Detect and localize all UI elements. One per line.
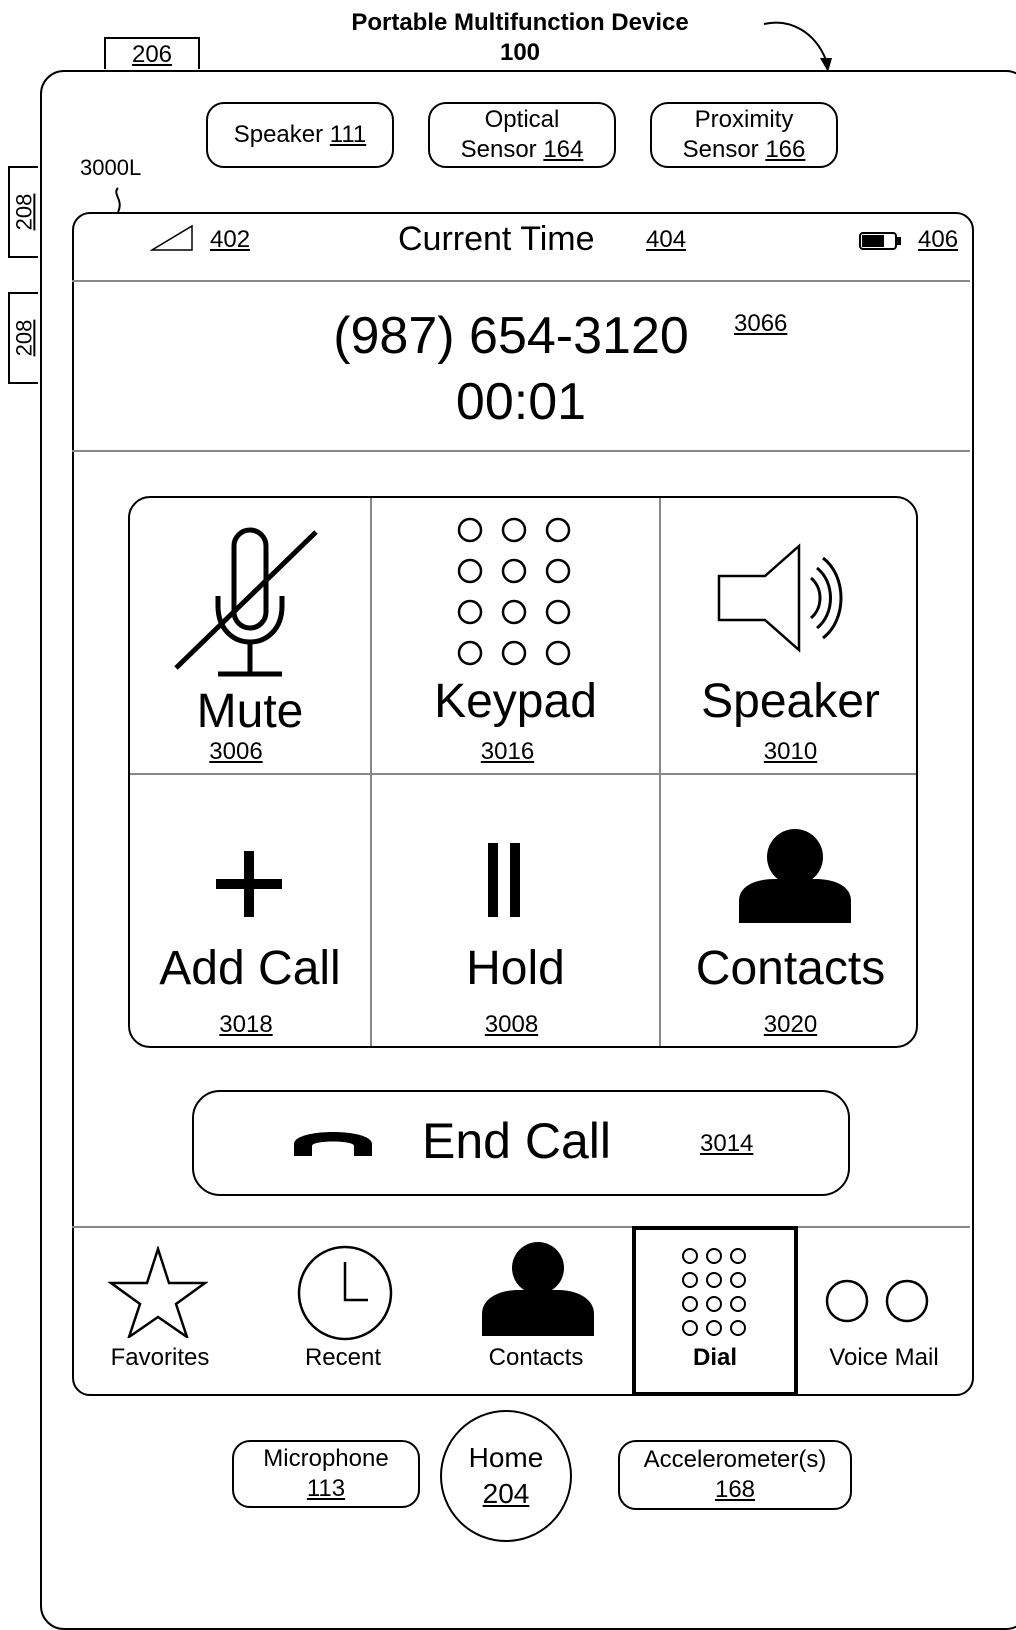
leader-line-icon bbox=[115, 187, 121, 213]
speaker-sensor-ref: 111 bbox=[329, 121, 367, 148]
end-call-button[interactable]: End Call 3014 bbox=[192, 1090, 850, 1196]
add-call-ref-row: 3018 bbox=[130, 1011, 366, 1039]
ref-206-tab: 206 bbox=[104, 37, 200, 69]
tab-recent[interactable]: Recent bbox=[248, 1228, 438, 1394]
contacts-ref: 3020 bbox=[763, 1011, 818, 1038]
optical-sensor-label: Sensor bbox=[460, 136, 537, 163]
add-call-ref: 3018 bbox=[219, 1011, 273, 1038]
hold-label: Hold bbox=[466, 942, 565, 995]
keypad-label: Keypad bbox=[434, 675, 597, 728]
speaker-button[interactable]: Speaker 3010 bbox=[661, 498, 916, 773]
call-controls-grid: Mute 3006 Keypad 3016 Speaker 3010 Add C… bbox=[128, 496, 918, 1048]
battery-icon bbox=[859, 232, 901, 250]
tab-dial-label: Dial bbox=[692, 1344, 737, 1371]
call-info: (987) 654-3120 3066 00:01 bbox=[72, 282, 970, 452]
hold-ref: 3008 bbox=[484, 1011, 539, 1038]
microphone-ref: 113 bbox=[306, 1475, 346, 1502]
add-call-button[interactable]: Add Call 3018 bbox=[130, 775, 370, 1046]
phone-number: (987) 654-3120 bbox=[333, 307, 689, 365]
end-call-label: End Call bbox=[422, 1113, 611, 1169]
screen-ref-label: 3000L bbox=[80, 155, 142, 180]
signal-strength-icon bbox=[150, 224, 193, 251]
call-duration: 00:01 bbox=[455, 373, 587, 431]
figure-number: 100 bbox=[499, 39, 541, 66]
keypad-icon bbox=[457, 517, 571, 666]
proximity-sensor-ref: 166 bbox=[765, 136, 806, 163]
tab-favorites[interactable]: Favorites bbox=[72, 1228, 248, 1394]
voicemail-icon bbox=[825, 1279, 929, 1323]
speaker-ref-row: 3010 bbox=[661, 738, 916, 766]
status-bar: 402 Current Time 404 406 bbox=[72, 214, 970, 282]
optical-sensor-line1: Optical bbox=[484, 106, 560, 133]
home-button[interactable]: Home 204 bbox=[440, 1410, 572, 1542]
phone-number-ref: 3066 bbox=[734, 310, 788, 337]
proximity-sensor-box: Proximity Sensor 166 bbox=[650, 102, 838, 168]
signal-ref: 402 bbox=[210, 226, 251, 253]
tab-voicemail[interactable]: Voice Mail bbox=[798, 1228, 970, 1394]
tab-favorites-label: Favorites bbox=[110, 1344, 210, 1371]
tab-dial[interactable]: Dial bbox=[632, 1226, 798, 1396]
speaker-sensor-label: Speaker bbox=[233, 121, 324, 148]
speaker-ref: 3010 bbox=[763, 738, 818, 765]
ref-208-label-upper: 208 bbox=[11, 193, 36, 231]
contacts-label: Contacts bbox=[695, 942, 886, 995]
plus-icon bbox=[216, 851, 282, 917]
microphone-muted-icon bbox=[174, 527, 318, 677]
hold-button[interactable]: Hold 3008 bbox=[372, 775, 659, 1046]
add-call-label: Add Call bbox=[159, 942, 341, 995]
contacts-button[interactable]: Contacts 3020 bbox=[661, 775, 916, 1046]
contacts-ref-row: 3020 bbox=[661, 1011, 916, 1039]
battery-ref: 406 bbox=[918, 226, 959, 253]
home-label: Home bbox=[468, 1442, 544, 1473]
side-button-208-lower: 208 bbox=[8, 292, 38, 384]
keypad-button[interactable]: Keypad 3016 bbox=[372, 498, 659, 773]
end-call-ref: 3014 bbox=[700, 1130, 754, 1157]
keypad-ref: 3016 bbox=[480, 738, 535, 765]
keypad-icon bbox=[682, 1248, 746, 1336]
tab-recent-label: Recent bbox=[304, 1344, 382, 1371]
ref-206-label: 206 bbox=[131, 41, 173, 68]
mute-ref-row: 3006 bbox=[130, 738, 356, 766]
accelerometer-ref: 168 bbox=[714, 1476, 756, 1503]
side-button-208-upper: 208 bbox=[8, 166, 38, 258]
handset-icon bbox=[294, 1132, 372, 1156]
person-icon bbox=[482, 1242, 594, 1336]
mute-label: Mute bbox=[196, 685, 304, 738]
proximity-sensor-line1: Proximity bbox=[694, 106, 794, 133]
tab-voicemail-label: Voice Mail bbox=[829, 1344, 939, 1371]
microphone-label: Microphone bbox=[263, 1445, 389, 1472]
accelerometer-label: Accelerometer(s) bbox=[643, 1446, 827, 1473]
figure-title: Portable Multifunction Device bbox=[351, 9, 689, 36]
current-time: Current Time bbox=[398, 220, 595, 258]
keypad-ref-row: 3016 bbox=[364, 738, 651, 766]
speaker-label: Speaker bbox=[701, 675, 880, 728]
person-icon bbox=[739, 829, 851, 923]
proximity-sensor-label: Sensor bbox=[682, 136, 759, 163]
clock-icon bbox=[297, 1245, 393, 1341]
reference-arrow-icon bbox=[763, 21, 832, 72]
tab-contacts[interactable]: Contacts bbox=[438, 1228, 634, 1394]
current-time-ref: 404 bbox=[646, 226, 687, 253]
ref-208-label-lower: 208 bbox=[11, 319, 36, 357]
tab-bar: Favorites Recent Contacts Dial Voice Mai… bbox=[72, 1226, 970, 1396]
microphone-box: Microphone 113 bbox=[232, 1440, 420, 1508]
home-ref: 204 bbox=[482, 1478, 530, 1509]
accelerometer-box: Accelerometer(s) 168 bbox=[618, 1440, 852, 1510]
optical-sensor-box: Optical Sensor 164 bbox=[428, 102, 616, 168]
star-icon bbox=[108, 1246, 208, 1338]
hold-ref-row: 3008 bbox=[368, 1011, 655, 1039]
optical-sensor-ref: 164 bbox=[543, 136, 584, 163]
speaker-icon bbox=[717, 543, 843, 653]
mute-button[interactable]: Mute 3006 bbox=[130, 498, 370, 773]
pause-icon bbox=[488, 843, 520, 917]
mute-ref: 3006 bbox=[209, 738, 263, 765]
speaker-sensor-box: Speaker 111 bbox=[206, 102, 394, 168]
phone-number-row: (987) 654-3120 bbox=[72, 306, 970, 366]
tab-contacts-label: Contacts bbox=[488, 1344, 584, 1371]
